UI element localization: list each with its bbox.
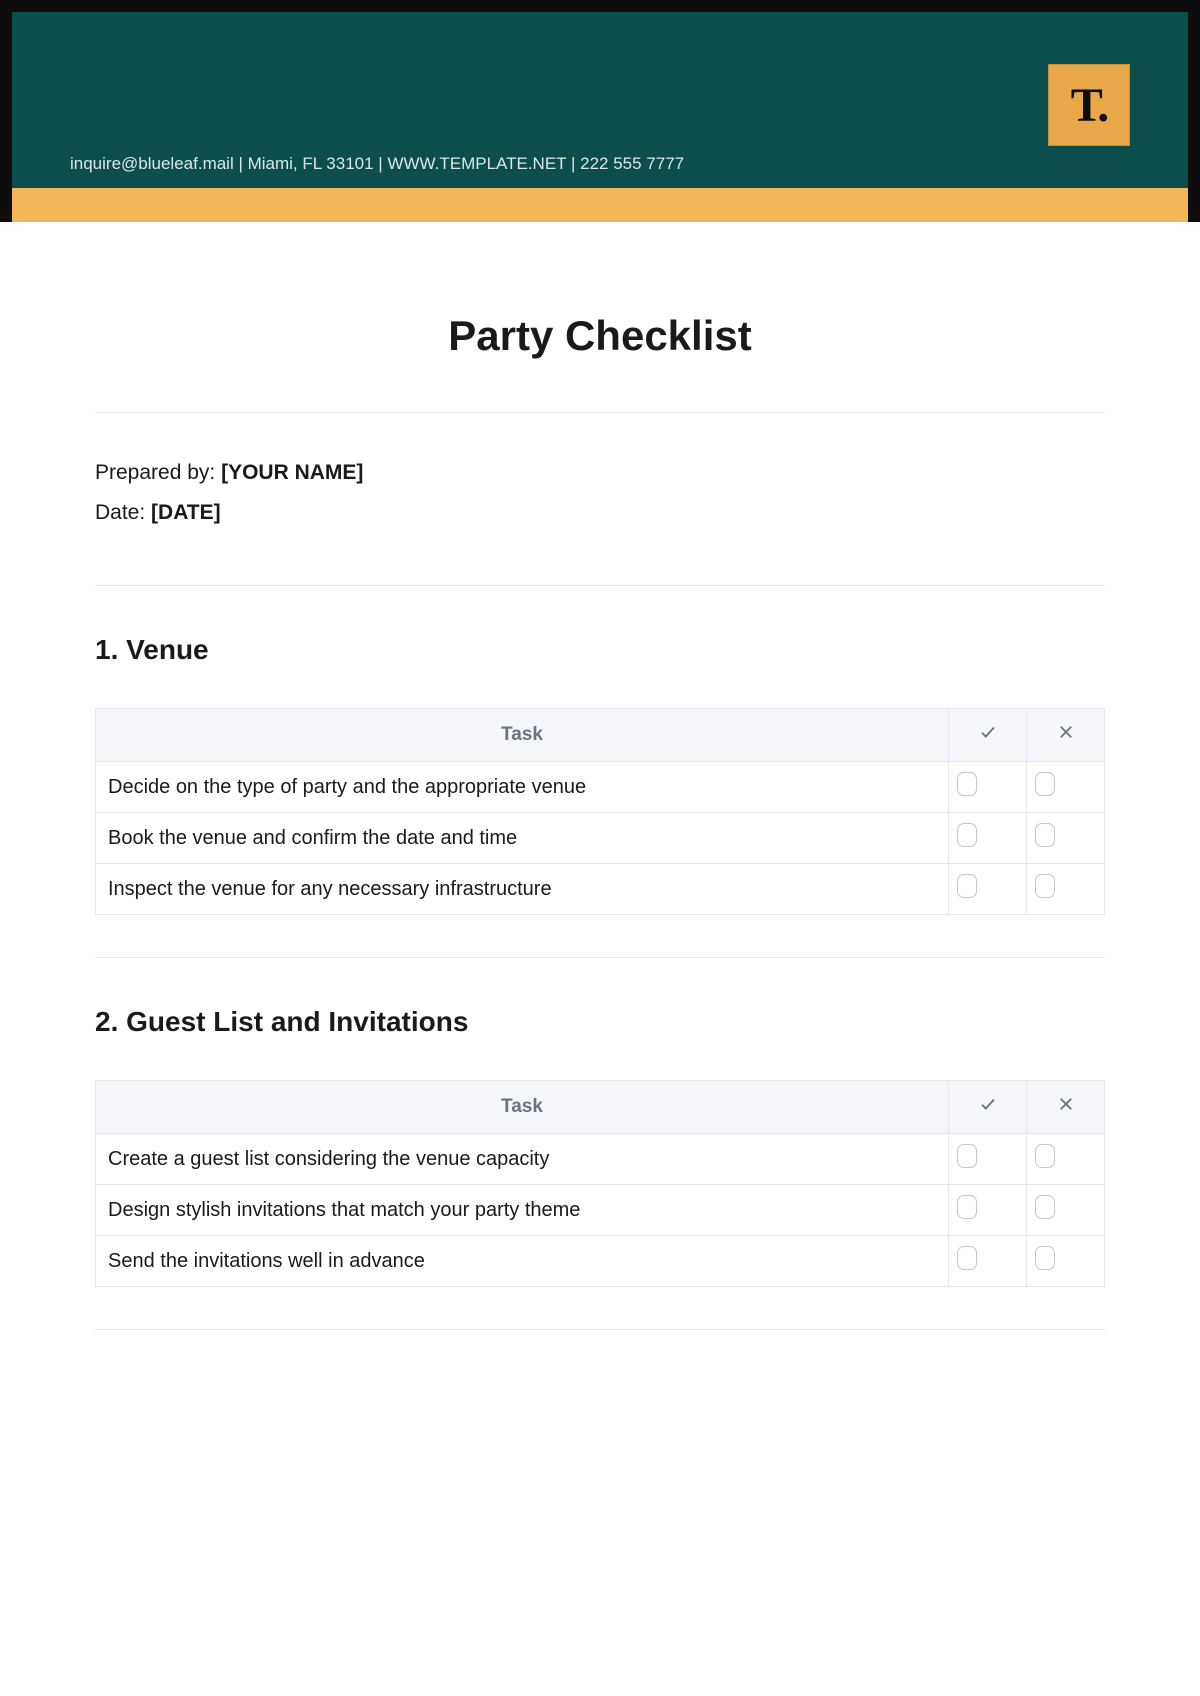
page-title: Party Checklist [95,312,1105,360]
prepared-by-value: [YOUR NAME] [221,461,363,484]
task-cell: Send the invitations well in advance [96,1236,949,1287]
date-line: Date: [DATE] [95,501,1105,525]
check-header [949,709,1027,762]
meta-block: Prepared by: [YOUR NAME] Date: [DATE] [95,413,1105,585]
x-cell [1027,1185,1105,1236]
check-cell [949,813,1027,864]
guests-table: Task Create a guest list considering the… [95,1080,1105,1287]
task-header: Task [96,1081,949,1134]
x-icon [1057,1095,1075,1113]
checkbox[interactable] [957,1144,977,1168]
check-icon [979,723,997,741]
accent-bar [12,188,1188,222]
task-cell: Design stylish invitations that match yo… [96,1185,949,1236]
checkbox[interactable] [1035,874,1055,898]
checkbox[interactable] [1035,1195,1055,1219]
table-row: Inspect the venue for any necessary infr… [96,864,1105,915]
check-cell [949,762,1027,813]
checkbox[interactable] [957,1195,977,1219]
task-cell: Decide on the type of party and the appr… [96,762,949,813]
checkbox[interactable] [1035,823,1055,847]
x-header [1027,1081,1105,1134]
task-cell: Inspect the venue for any necessary infr… [96,864,949,915]
checkbox[interactable] [957,772,977,796]
task-cell: Book the venue and confirm the date and … [96,813,949,864]
check-cell [949,1185,1027,1236]
logo-box: T. [1048,64,1130,146]
task-header: Task [96,709,949,762]
checkbox[interactable] [1035,772,1055,796]
section-heading-guests: 2. Guest List and Invitations [95,1006,1105,1038]
checkbox[interactable] [1035,1246,1055,1270]
meta-divider [95,585,1105,586]
prepared-by-label: Prepared by: [95,461,221,484]
section-divider [95,1329,1105,1330]
task-cell: Create a guest list considering the venu… [96,1134,949,1185]
table-row: Send the invitations well in advance [96,1236,1105,1287]
x-cell [1027,1134,1105,1185]
section-heading-venue: 1. Venue [95,634,1105,666]
contact-info: inquire@blueleaf.mail | Miami, FL 33101 … [70,154,684,174]
x-cell [1027,762,1105,813]
x-cell [1027,864,1105,915]
logo-text: T. [1071,78,1107,133]
date-label: Date: [95,501,151,524]
table-row: Design stylish invitations that match yo… [96,1185,1105,1236]
document-body: Party Checklist Prepared by: [YOUR NAME]… [0,222,1200,1390]
header-frame: T. inquire@blueleaf.mail | Miami, FL 331… [0,0,1200,222]
x-cell [1027,813,1105,864]
x-icon [1057,723,1075,741]
header-banner: T. inquire@blueleaf.mail | Miami, FL 331… [12,12,1188,188]
check-icon [979,1095,997,1113]
checkbox[interactable] [957,823,977,847]
checkbox[interactable] [957,874,977,898]
table-row: Decide on the type of party and the appr… [96,762,1105,813]
checkbox[interactable] [957,1246,977,1270]
check-cell [949,1134,1027,1185]
table-row: Book the venue and confirm the date and … [96,813,1105,864]
venue-table: Task Decide on the type of party and the… [95,708,1105,915]
date-value: [DATE] [151,501,221,524]
prepared-by-line: Prepared by: [YOUR NAME] [95,461,1105,485]
check-cell [949,1236,1027,1287]
check-cell [949,864,1027,915]
checkbox[interactable] [1035,1144,1055,1168]
section-divider [95,957,1105,958]
x-header [1027,709,1105,762]
x-cell [1027,1236,1105,1287]
table-row: Create a guest list considering the venu… [96,1134,1105,1185]
check-header [949,1081,1027,1134]
